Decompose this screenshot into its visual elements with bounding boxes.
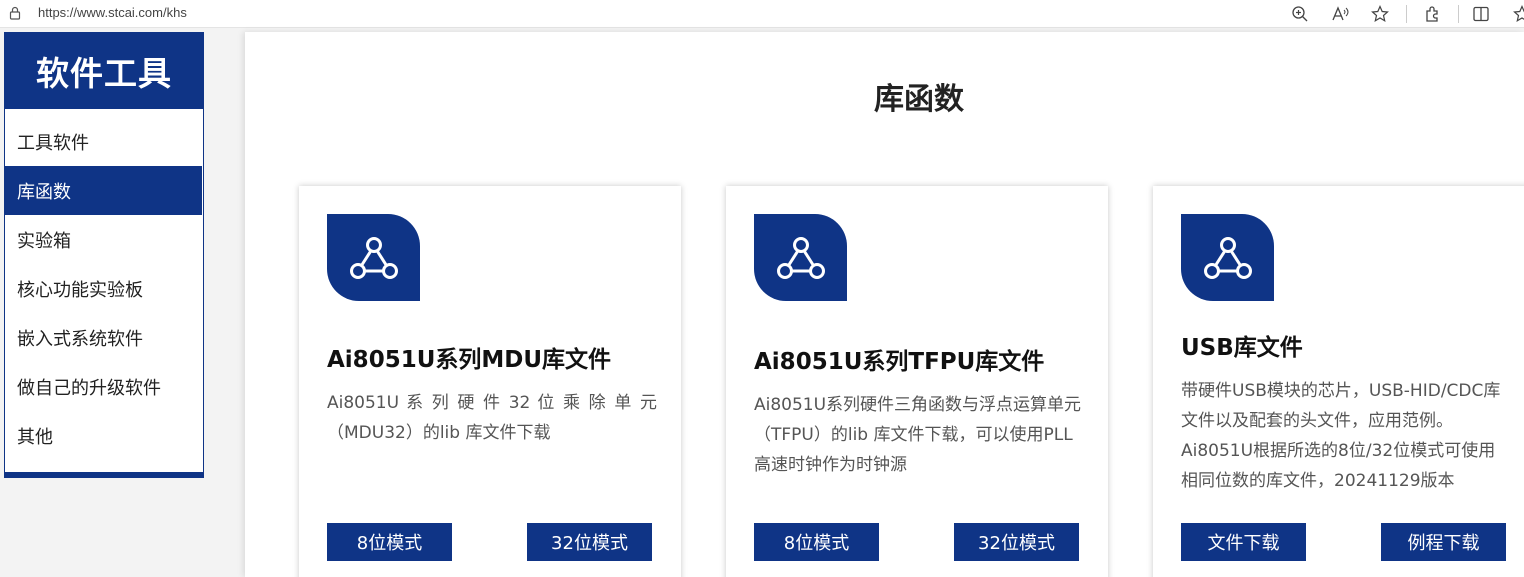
sidebar-item-lab-box[interactable]: 实验箱 <box>5 215 203 264</box>
zoom-icon[interactable] <box>1290 4 1310 24</box>
card-description: Ai8051U系列硬件三角函数与浮点运算单元（TFPU）的lib 库文件下载，可… <box>754 395 1082 475</box>
share-nodes-icon <box>1203 236 1252 279</box>
32bit-mode-button[interactable]: 32位模式 <box>954 523 1079 561</box>
sidebar-title: 软件工具 <box>5 33 203 109</box>
sidebar-item-tool-software[interactable]: 工具软件 <box>5 117 203 166</box>
card-tfpu-library: Ai8051U系列TFPU库文件 Ai8051U系列硬件三角函数与浮点运算单元（… <box>726 186 1108 577</box>
favorite-star-icon[interactable] <box>1370 4 1390 24</box>
card-title: USB库文件 <box>1181 335 1303 361</box>
card-description-line: Ai8051U 系 列 硬 件 32 位 乘 除 单 元 <box>327 393 657 413</box>
card-icon-badge <box>754 214 847 301</box>
share-nodes-icon <box>349 236 398 279</box>
card-icon-badge <box>1181 214 1274 301</box>
page-title: 库函数 <box>874 82 964 117</box>
sidebar-item-upgrade-software[interactable]: 做自己的升级软件 <box>5 362 203 411</box>
card-mdu-library: Ai8051U系列MDU库文件 Ai8051U 系 列 硬 件 32 位 乘 除… <box>299 186 681 577</box>
card-title: Ai8051U系列MDU库文件 <box>327 347 612 373</box>
card-usb-library: USB库文件 带硬件USB模块的芯片，USB-HID/CDC库文件以及配套的头文… <box>1153 186 1524 577</box>
sidebar-menu: 工具软件 库函数 实验箱 核心功能实验板 嵌入式系统软件 做自己的升级软件 其他 <box>5 109 203 460</box>
address-bar-url[interactable]: https://www.stcai.com/khs <box>38 5 187 20</box>
8bit-mode-button[interactable]: 8位模式 <box>327 523 452 561</box>
32bit-mode-button[interactable]: 32位模式 <box>527 523 652 561</box>
card-description: 带硬件USB模块的芯片，USB-HID/CDC库文件以及配套的头文件，应用范例。… <box>1181 381 1501 491</box>
toolbar-divider <box>1406 5 1407 23</box>
lock-icon[interactable] <box>9 6 21 20</box>
file-download-button[interactable]: 文件下载 <box>1181 523 1306 561</box>
card-icon-badge <box>327 214 420 301</box>
browser-toolbar: https://www.stcai.com/khs <box>0 0 1524 28</box>
split-screen-icon[interactable] <box>1471 4 1491 24</box>
read-aloud-icon[interactable] <box>1330 4 1350 24</box>
example-download-button[interactable]: 例程下载 <box>1381 523 1506 561</box>
sidebar: 软件工具 工具软件 库函数 实验箱 核心功能实验板 嵌入式系统软件 做自己的升级… <box>4 32 204 478</box>
main-content: 库函数 Ai8051U系列MDU库文件 Ai8051U 系 列 硬 件 32 位… <box>245 32 1524 577</box>
sidebar-item-library[interactable]: 库函数 <box>5 166 202 215</box>
sidebar-item-core-board[interactable]: 核心功能实验板 <box>5 264 203 313</box>
8bit-mode-button[interactable]: 8位模式 <box>754 523 879 561</box>
favorites-icon[interactable] <box>1512 4 1524 24</box>
sidebar-item-embedded-software[interactable]: 嵌入式系统软件 <box>5 313 203 362</box>
card-description-line: （MDU32）的lib 库文件下载 <box>327 423 551 443</box>
extensions-icon[interactable] <box>1423 4 1443 24</box>
sidebar-item-other[interactable]: 其他 <box>5 411 203 460</box>
share-nodes-icon <box>776 236 825 279</box>
card-title: Ai8051U系列TFPU库文件 <box>754 349 1045 375</box>
toolbar-divider <box>1458 5 1459 23</box>
